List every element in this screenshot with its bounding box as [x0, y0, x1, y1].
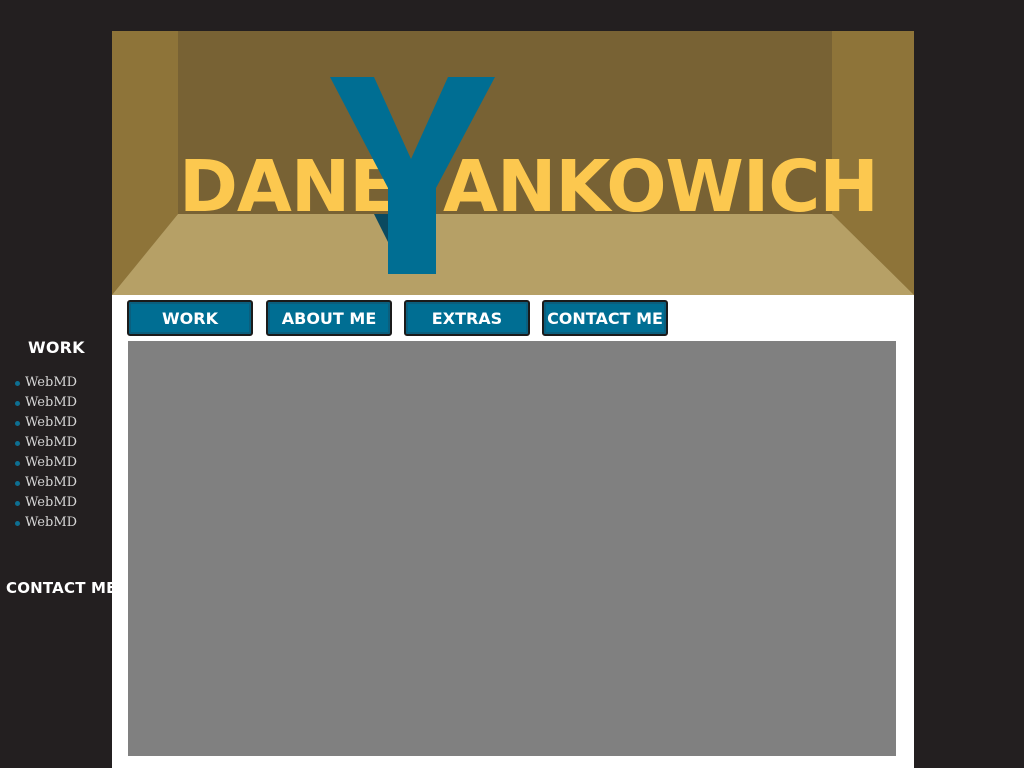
sidebar-work-item[interactable]: WebMD — [15, 513, 77, 533]
sidebar-work-item[interactable]: WebMD — [15, 453, 77, 473]
sidebar-work-item[interactable]: WebMD — [15, 373, 77, 393]
bullet-dot-icon — [15, 460, 20, 466]
sidebar-work-list: WebMD WebMD WebMD WebMD WebMD WebMD WebM… — [15, 373, 77, 533]
sidebar-work-item[interactable]: WebMD — [15, 493, 77, 513]
bullet-dot-icon — [15, 380, 20, 386]
bullet-dot-icon — [15, 480, 20, 486]
sidebar-work-item[interactable]: WebMD — [15, 413, 77, 433]
sidebar-work-item[interactable]: WebMD — [15, 433, 77, 453]
sidebar-work-item-label: WebMD — [25, 375, 78, 390]
nav-about-me-button[interactable]: ABOUT ME — [266, 300, 392, 336]
logo-y-letter: Y — [112, 31, 113, 32]
bullet-dot-icon — [15, 520, 20, 526]
sidebar-work-item[interactable]: WebMD — [15, 393, 77, 413]
logo-big-y: Y — [112, 31, 495, 274]
sidebar-work-item-label: WebMD — [25, 515, 78, 530]
header-banner: DANE ANKOWICH Y — [112, 31, 914, 295]
bullet-dot-icon — [15, 440, 20, 446]
nav-work-button[interactable]: WORK — [127, 300, 253, 336]
sidebar-contact-heading[interactable]: CONTACT ME — [6, 579, 117, 597]
sidebar-work-item-label: WebMD — [25, 395, 78, 410]
sidebar-work-item-label: WebMD — [25, 415, 78, 430]
sidebar-work-item-label: WebMD — [25, 495, 78, 510]
nav-extras-button[interactable]: EXTRAS — [404, 300, 530, 336]
sidebar-work-item-label: WebMD — [25, 435, 78, 450]
sidebar-work-item-label: WebMD — [25, 455, 78, 470]
bullet-dot-icon — [15, 400, 20, 406]
main-panel: DANE ANKOWICH Y WORK ABOUT ME EXTRAS CON… — [112, 31, 914, 768]
bullet-dot-icon — [15, 500, 20, 506]
sidebar-work-item-label: WebMD — [25, 475, 78, 490]
nav-contact-me-button[interactable]: CONTACT ME — [542, 300, 668, 336]
bullet-dot-icon — [15, 420, 20, 426]
sidebar-work-item[interactable]: WebMD — [15, 473, 77, 493]
sidebar-work-heading[interactable]: WORK — [28, 338, 85, 357]
content-placeholder — [128, 341, 896, 756]
